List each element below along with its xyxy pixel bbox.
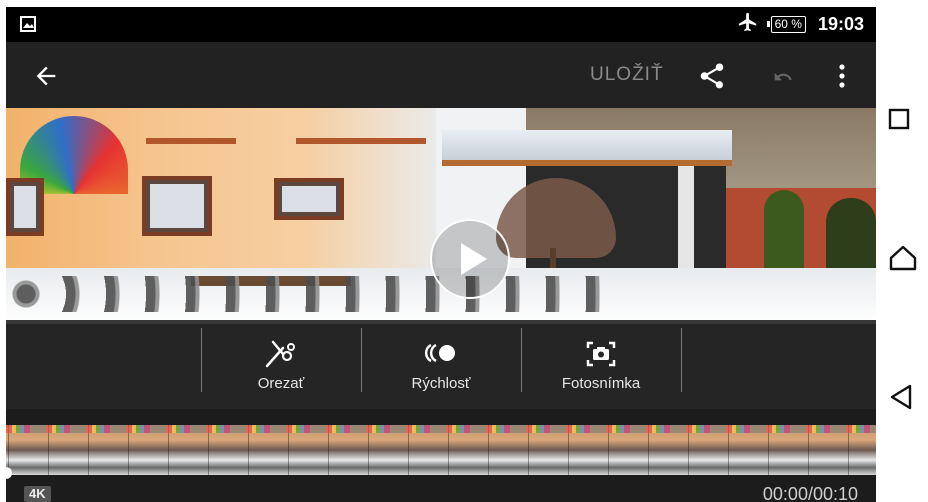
battery-indicator: 60 % bbox=[766, 16, 806, 33]
trim-tool-button[interactable]: Orezať bbox=[202, 320, 360, 404]
speed-icon bbox=[424, 343, 455, 363]
rocks bbox=[6, 276, 606, 312]
wall-beam bbox=[146, 138, 236, 144]
square-icon bbox=[888, 108, 910, 130]
wall-window bbox=[274, 178, 344, 220]
quality-badge: 4K bbox=[24, 486, 51, 502]
share-button[interactable] bbox=[697, 61, 727, 96]
house-pillar bbox=[678, 166, 694, 276]
video-preview[interactable] bbox=[6, 108, 876, 324]
tool-label: Orezať bbox=[257, 375, 305, 392]
more-options-button[interactable] bbox=[832, 61, 852, 96]
timeline-filmstrip[interactable] bbox=[6, 425, 876, 475]
speed-tool-button[interactable]: Rýchlosť bbox=[362, 320, 520, 404]
more-vertical-icon bbox=[839, 64, 845, 88]
action-bar: ULOŽIŤ bbox=[6, 42, 876, 108]
timeline: 4K 00:00/00:10 bbox=[6, 409, 876, 502]
status-bar: 60 % 19:03 bbox=[6, 7, 876, 42]
wall-window bbox=[6, 178, 44, 236]
house-roof bbox=[442, 130, 732, 166]
camera-icon bbox=[586, 341, 616, 367]
triangle-back-icon bbox=[890, 384, 912, 410]
snapshot-tool-button[interactable]: Fotosnímka bbox=[522, 320, 680, 404]
status-time: 19:03 bbox=[817, 14, 864, 34]
play-icon bbox=[461, 243, 487, 275]
play-button[interactable] bbox=[430, 219, 510, 299]
image-icon bbox=[20, 16, 36, 37]
share-icon bbox=[700, 63, 724, 89]
home-button[interactable] bbox=[888, 244, 918, 277]
tool-label: Rýchlosť bbox=[411, 375, 471, 392]
recents-button[interactable] bbox=[888, 108, 910, 135]
undo-icon bbox=[774, 72, 792, 81]
undo-button[interactable] bbox=[772, 67, 794, 92]
back-button[interactable] bbox=[32, 62, 62, 90]
tool-divider bbox=[681, 328, 682, 392]
time-readout: 00:00/00:10 bbox=[762, 484, 858, 502]
tool-label: Fotosnímka bbox=[561, 375, 641, 392]
edit-tools-panel: Orezať Rýchlosť Fotosnímka bbox=[6, 320, 876, 409]
scissors-icon bbox=[265, 340, 295, 368]
wall-window bbox=[142, 176, 212, 236]
wall-beam bbox=[296, 138, 426, 144]
save-button[interactable]: ULOŽIŤ bbox=[590, 64, 664, 86]
home-icon bbox=[889, 245, 917, 271]
airplane-icon bbox=[737, 11, 759, 38]
arrow-left-icon bbox=[36, 66, 56, 86]
nav-back-button[interactable] bbox=[888, 383, 916, 416]
app-screen: 60 % 19:03 ULOŽIŤ Orezať Rýchlosť Fotosn… bbox=[6, 7, 876, 502]
